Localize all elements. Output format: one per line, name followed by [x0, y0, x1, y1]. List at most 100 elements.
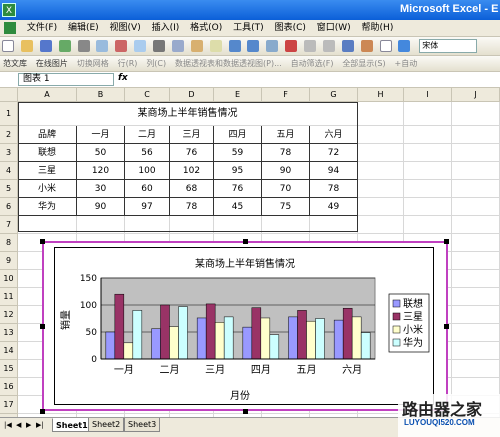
spelling-icon[interactable] — [115, 40, 128, 52]
toolbar-item-column[interactable]: 列(C) — [143, 56, 169, 71]
resize-handle[interactable] — [243, 409, 248, 414]
cell-a7[interactable] — [18, 216, 77, 234]
research-icon[interactable] — [134, 40, 147, 52]
table-data-cell[interactable]: 75 — [262, 198, 310, 216]
toolbar-item-pivot[interactable]: 数据透视表和数据透视图(P)... — [172, 56, 285, 71]
row-header-13[interactable]: 13 — [0, 324, 18, 342]
excel-doc-icon[interactable] — [4, 22, 16, 34]
help-icon[interactable] — [398, 40, 411, 52]
tab-sheet3[interactable]: Sheet3 — [124, 418, 161, 432]
menu-chart[interactable]: 图表(C) — [271, 20, 310, 37]
row-header-17[interactable]: 17 — [0, 396, 18, 414]
cell-h7[interactable] — [358, 216, 404, 234]
save-icon[interactable] — [39, 40, 52, 52]
column-header-h[interactable]: H — [358, 88, 404, 102]
format-painter-icon[interactable] — [209, 40, 222, 52]
menu-help[interactable]: 帮助(H) — [358, 20, 398, 37]
redo-icon[interactable] — [247, 40, 260, 52]
cell-j9[interactable] — [452, 252, 500, 270]
chart-wizard-icon[interactable] — [341, 40, 354, 52]
table-data-cell[interactable]: 60 — [125, 180, 170, 198]
toolbar-item-show-all[interactable]: 全部显示(S) — [339, 56, 388, 71]
paste-icon[interactable] — [190, 40, 203, 52]
cell-f7[interactable] — [262, 216, 310, 234]
last-sheet-icon[interactable]: ▶| — [36, 421, 44, 429]
cell-j10[interactable] — [452, 270, 500, 288]
table-data-cell[interactable]: 120 — [77, 162, 125, 180]
table-header-cell[interactable]: 三月 — [170, 126, 214, 144]
cell-i1[interactable] — [404, 102, 452, 126]
print-preview-icon[interactable] — [96, 40, 109, 52]
row-header-12[interactable]: 12 — [0, 306, 18, 324]
table-data-cell[interactable]: 78 — [310, 180, 358, 198]
table-data-cell[interactable]: 30 — [77, 180, 125, 198]
table-data-cell[interactable]: 90 — [77, 198, 125, 216]
resize-handle[interactable] — [40, 324, 45, 329]
name-box[interactable]: 图表 1 — [18, 73, 114, 86]
print-icon[interactable] — [77, 40, 90, 52]
table-data-cell[interactable]: 95 — [214, 162, 262, 180]
row-header-16[interactable]: 16 — [0, 378, 18, 396]
sort-descending-icon[interactable] — [322, 40, 335, 52]
cell-j15[interactable] — [452, 360, 500, 378]
table-data-cell[interactable]: 小米 — [18, 180, 77, 198]
cell-i5[interactable] — [404, 180, 452, 198]
row-header-6[interactable]: 6 — [0, 198, 18, 216]
column-header-c[interactable]: C — [125, 88, 170, 102]
cell-j4[interactable] — [452, 162, 500, 180]
fx-icon[interactable]: fx — [118, 73, 128, 83]
drawing-icon[interactable] — [360, 40, 373, 52]
toolbar-item-online-images[interactable]: 在线图片 — [33, 56, 71, 71]
font-select[interactable]: 宋体 — [419, 39, 478, 53]
table-data-cell[interactable]: 97 — [125, 198, 170, 216]
table-data-cell[interactable]: 94 — [310, 162, 358, 180]
resize-handle[interactable] — [40, 409, 45, 414]
row-header-3[interactable]: 3 — [0, 144, 18, 162]
cell-j7[interactable] — [452, 216, 500, 234]
cell-c7[interactable] — [125, 216, 170, 234]
sort-ascending-icon[interactable] — [304, 40, 316, 52]
row-header-15[interactable]: 15 — [0, 360, 18, 378]
menu-insert[interactable]: 插入(I) — [148, 20, 184, 37]
chart-area[interactable]: 0 50 100 150 一月 二月 三月 四月 五月 六月 某商场上半年销售情况 月份 销量 联想 三星小… — [54, 247, 434, 405]
table-data-cell[interactable]: 72 — [310, 144, 358, 162]
column-header-e[interactable]: E — [214, 88, 262, 102]
row-header-8[interactable]: 8 — [0, 234, 18, 252]
table-header-cell[interactable]: 六月 — [310, 126, 358, 144]
table-data-cell[interactable]: 45 — [214, 198, 262, 216]
table-title[interactable]: 某商场上半年销售情况 — [18, 102, 358, 126]
table-data-cell[interactable]: 50 — [77, 144, 125, 162]
column-header-i[interactable]: I — [404, 88, 452, 102]
cell-j1[interactable] — [452, 102, 500, 126]
toolbar-item-library[interactable]: 范文库 — [0, 56, 30, 71]
table-data-cell[interactable]: 78 — [170, 198, 214, 216]
cell-j14[interactable] — [452, 342, 500, 360]
column-header-a[interactable]: A — [18, 88, 77, 102]
column-header-j[interactable]: J — [452, 88, 500, 102]
table-header-cell[interactable]: 品牌 — [18, 126, 77, 144]
table-data-cell[interactable]: 49 — [310, 198, 358, 216]
table-data-cell[interactable]: 68 — [170, 180, 214, 198]
cell-j11[interactable] — [452, 288, 500, 306]
menu-tools[interactable]: 工具(T) — [229, 20, 268, 37]
row-header-14[interactable]: 14 — [0, 342, 18, 360]
select-all-corner[interactable] — [0, 88, 18, 102]
row-header-4[interactable]: 4 — [0, 162, 18, 180]
excel-app-icon[interactable]: X — [2, 3, 16, 17]
table-data-cell[interactable]: 78 — [262, 144, 310, 162]
cell-i6[interactable] — [404, 198, 452, 216]
column-header-b[interactable]: B — [77, 88, 125, 102]
toolbar-item-row[interactable]: 行(R) — [115, 56, 141, 71]
prev-sheet-icon[interactable]: ◀ — [16, 421, 21, 429]
cell-b7[interactable] — [77, 216, 125, 234]
cut-icon[interactable] — [153, 40, 165, 52]
cell-i3[interactable] — [404, 144, 452, 162]
cell-j3[interactable] — [452, 144, 500, 162]
cell-h4[interactable] — [358, 162, 404, 180]
table-data-cell[interactable]: 59 — [214, 144, 262, 162]
table-data-cell[interactable]: 102 — [170, 162, 214, 180]
toolbar-item-toggle-grid[interactable]: 切换网格 — [74, 56, 112, 71]
table-data-cell[interactable]: 联想 — [18, 144, 77, 162]
row-header-10[interactable]: 10 — [0, 270, 18, 288]
row-header-5[interactable]: 5 — [0, 180, 18, 198]
